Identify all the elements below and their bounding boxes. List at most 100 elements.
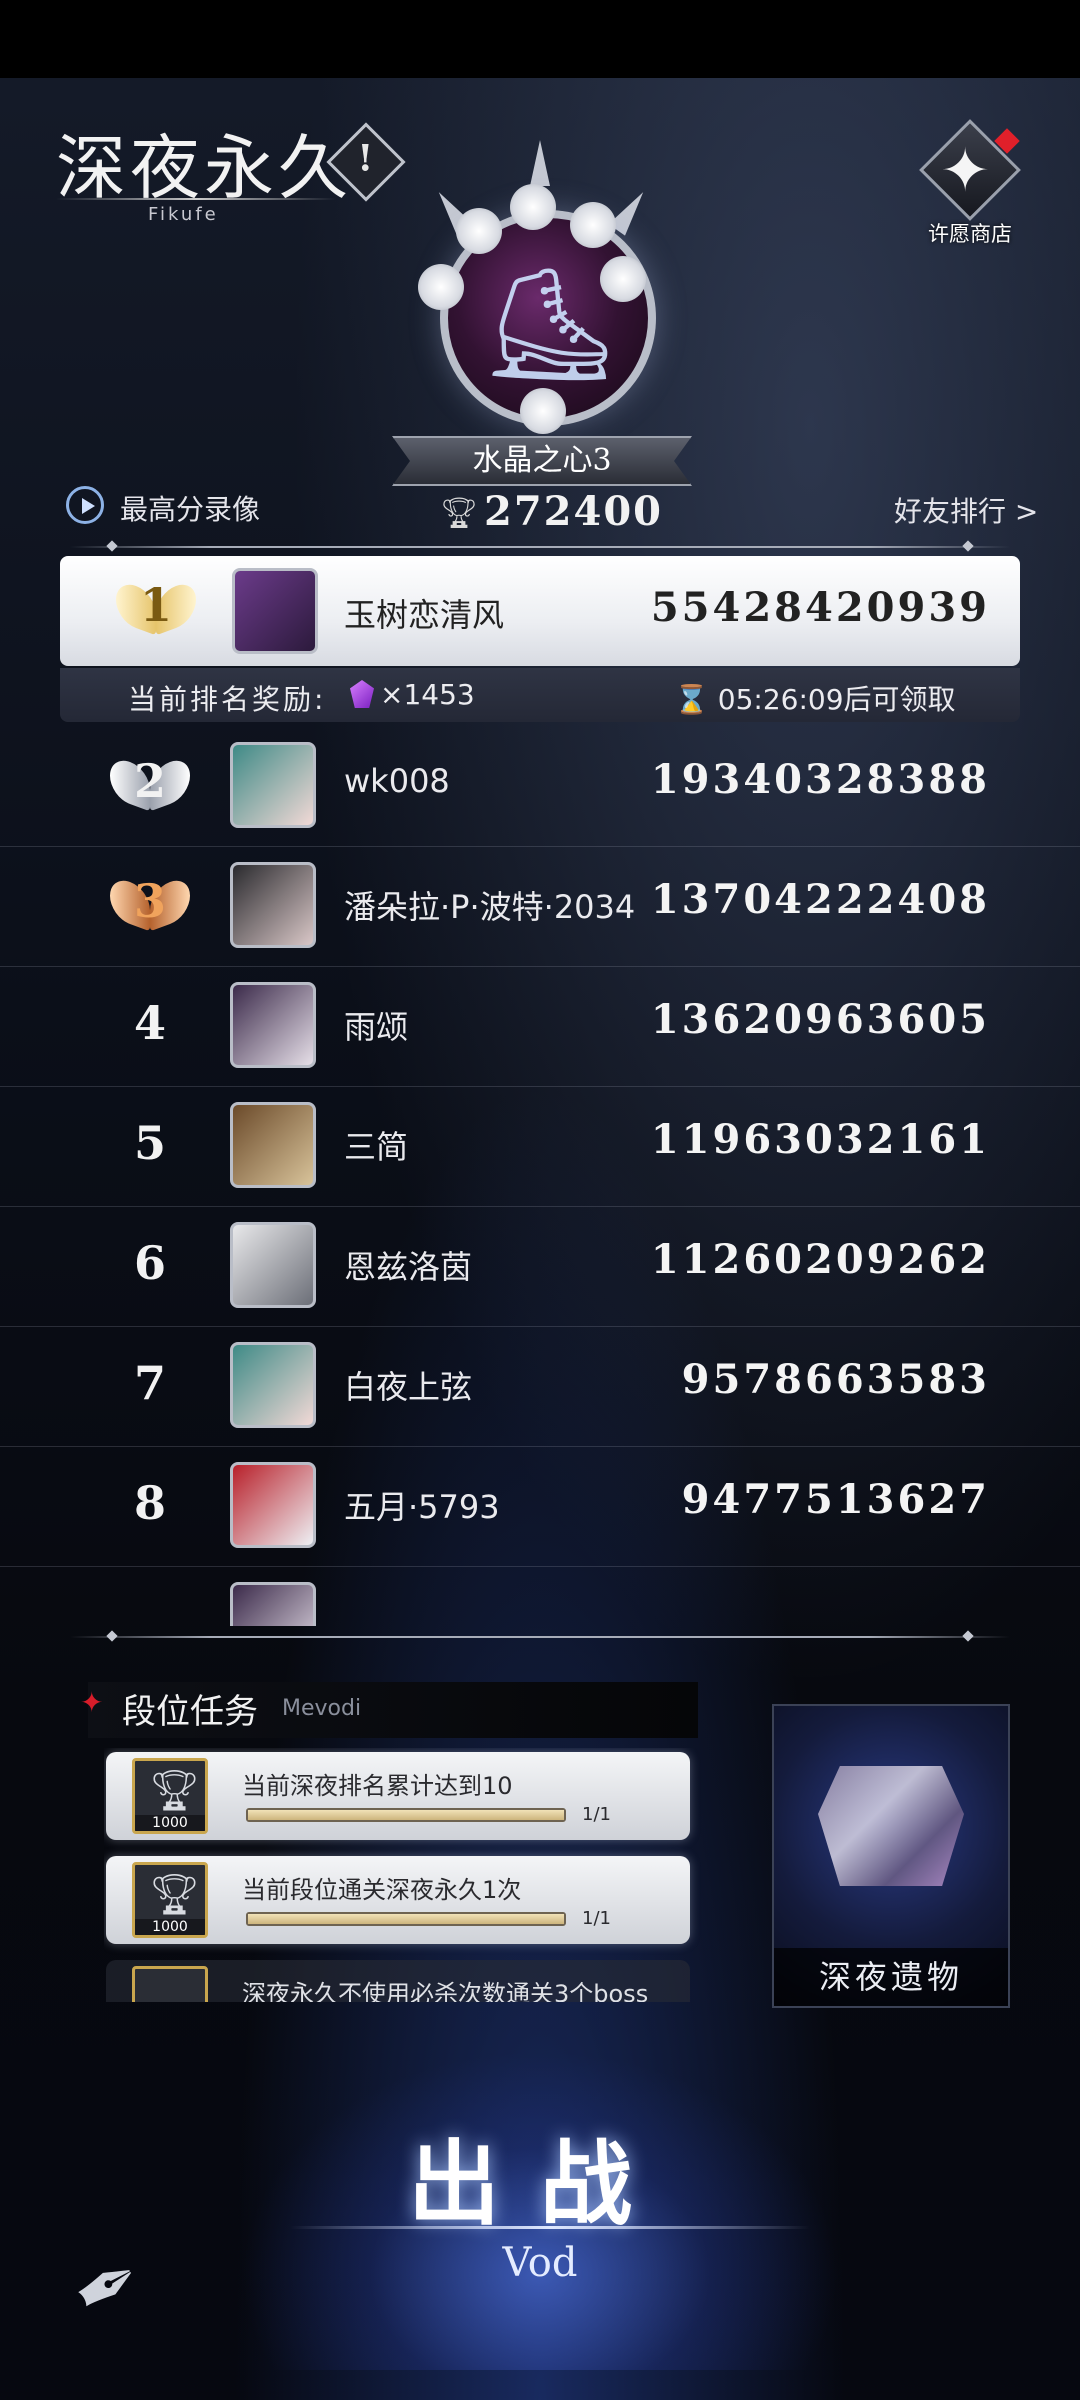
player-name: wk008 (344, 762, 450, 800)
task-item[interactable]: 🏆︎ 1000 当前深夜排名累计达到10 1/1 (106, 1752, 690, 1840)
battle-subtitle: Vod (502, 2240, 578, 2286)
rank-number: 6 (133, 1236, 166, 1290)
silver-medal-icon: 2 (110, 750, 190, 820)
player-score: 55428420939 (650, 584, 990, 631)
shop-star-icon: ✦ (940, 136, 991, 206)
avatar[interactable] (230, 1222, 316, 1308)
rank-tier-banner: 水晶之心3 (392, 436, 692, 486)
tier-tasks-subtitle: Mevodi (282, 1696, 362, 1721)
status-bar (0, 0, 1080, 78)
task-item[interactable]: 深夜永久不使用必杀次数通关3个boss (106, 1960, 690, 2002)
wish-shop-button[interactable]: ✦ 许愿商店 (912, 119, 1028, 246)
logo-subtitle: Fikufe (148, 204, 219, 225)
logo-underline (56, 198, 336, 200)
avatar[interactable] (230, 1342, 316, 1428)
rank-number: 5 (133, 1116, 166, 1170)
task-reward-icon: 🏆︎ 1000 (132, 1758, 208, 1834)
tier-tasks-title: 段位任务 (122, 1692, 258, 1732)
rank-number: 4 (133, 996, 166, 1050)
rank-number: 8 (133, 1476, 166, 1530)
friends-ranking-link[interactable]: 好友排行 > (894, 490, 1038, 530)
player-name: 恩兹洛茵 (344, 1248, 473, 1286)
rose-icon (570, 202, 616, 248)
task-progress-text: 1/1 (582, 1908, 611, 1929)
task-reward-value: 1000 (135, 1919, 205, 1935)
ranking-row-6[interactable]: 6 恩兹洛茵 11260209262 (0, 1206, 1080, 1327)
player-name: 三简 (344, 1128, 409, 1166)
player-score: 13704222408 (650, 876, 990, 923)
ranking-row-1[interactable]: 1 玉树恋清风 55428420939 (60, 556, 1020, 666)
avatar[interactable] (230, 742, 316, 828)
player-score: 9477513627 (681, 1476, 990, 1523)
game-logo: 深夜永久 Fikufe (56, 112, 406, 225)
player-score: 9578663583 (681, 1356, 990, 1403)
player-name: 五月·5793 (344, 1488, 500, 1526)
reward-label: 当前排名奖励: (128, 683, 327, 716)
task-reward-value: 1000 (135, 1815, 205, 1831)
rank-number: 1 (139, 578, 172, 632)
player-score: 13620963605 (650, 996, 990, 1043)
divider (70, 1636, 1010, 1638)
rose-icon (510, 184, 556, 230)
rose-icon (600, 256, 646, 302)
relic-label: 深夜遗物 (774, 1948, 1008, 2006)
task-text: 当前段位通关深夜永久1次 (242, 1876, 522, 1904)
best-record-label: 最高分录像 (120, 493, 261, 526)
relic-chest-icon (818, 1766, 964, 1886)
task-list[interactable]: 🏆︎ 1000 当前深夜排名累计达到10 1/1 🏆︎ 1000 当前段位通关深… (104, 1748, 704, 2002)
rose-icon (418, 264, 464, 310)
player-name: 潘朵拉·P·波特·2034 (344, 888, 636, 926)
emblem-spike (530, 140, 550, 186)
player-name: 雨颂 (344, 1008, 409, 1046)
player-score: 11963032161 (650, 1116, 990, 1163)
rank-number: 2 (133, 754, 166, 808)
trophy-icon: 🏆︎ (149, 1768, 200, 1814)
ranking-row-3[interactable]: 3 潘朵拉·P·波特·2034 13704222408 (0, 846, 1080, 967)
ranking-row-7[interactable]: 7 白夜上弦 9578663583 (0, 1326, 1080, 1447)
ranking-row-8[interactable]: 8 五月·5793 9477513627 (0, 1446, 1080, 1567)
task-text: 深夜永久不使用必杀次数通关3个boss (242, 1980, 649, 2002)
player-score: 19340328388 (650, 756, 990, 803)
task-progress-bar (246, 1808, 566, 1822)
midnight-relic-button[interactable]: 深夜遗物 (772, 1704, 1010, 2008)
task-progress-bar (246, 1912, 566, 1926)
rose-icon (456, 208, 502, 254)
task-reward-icon (132, 1966, 208, 2002)
avatar[interactable] (230, 982, 316, 1068)
play-icon (66, 486, 104, 524)
tier-tasks-header: ✦ 段位任务 Mevodi (80, 1682, 698, 1738)
reward-count: ×1453 (380, 678, 475, 711)
ranking-row-5[interactable]: 5 三简 11963032161 (0, 1086, 1080, 1207)
divider (70, 546, 1010, 548)
avatar[interactable] (230, 862, 316, 948)
reward-timer-text: 05:26:09后可领取 (717, 683, 956, 716)
purple-gem-icon (350, 680, 374, 708)
player-name: 玉树恋清风 (344, 596, 505, 634)
bronze-medal-icon: 3 (110, 870, 190, 940)
ranking-row-partial[interactable] (0, 1566, 1080, 1626)
task-item[interactable]: 🏆︎ 1000 当前段位通关深夜永久1次 1/1 (106, 1856, 690, 1944)
task-reward-icon: 🏆︎ 1000 (132, 1862, 208, 1938)
best-score: 🏆︎ 272400 (440, 488, 661, 538)
task-progress-fill (248, 1914, 564, 1924)
glass-slipper-icon: ⛸ (480, 260, 620, 388)
battle-button[interactable]: 出战 (380, 2110, 700, 2238)
trophy-icon: 🏆︎ (149, 1872, 200, 1918)
avatar[interactable] (230, 1582, 316, 1626)
avatar[interactable] (230, 1102, 316, 1188)
battle-divider (290, 2226, 810, 2229)
reward-timer: ⌛ 05:26:09后可领取 (674, 683, 956, 716)
rank-number: 7 (133, 1356, 166, 1410)
gold-medal-icon: 1 (116, 574, 196, 644)
avatar[interactable] (230, 1462, 316, 1548)
shop-label: 许愿商店 (928, 222, 1012, 246)
rank-emblem[interactable]: ⛸ 水晶之心3 (370, 140, 710, 486)
rank-reward-bar: 当前排名奖励: ×1453 ⌛ 05:26:09后可领取 (60, 668, 1020, 722)
ranking-row-2[interactable]: 2 wk008 19340328388 (0, 726, 1080, 847)
player-name: 白夜上弦 (344, 1368, 473, 1406)
task-progress-fill (248, 1810, 564, 1820)
best-score-value: 272400 (484, 488, 663, 535)
ranking-row-4[interactable]: 4 雨颂 13620963605 (0, 966, 1080, 1087)
rank-number: 3 (133, 874, 166, 928)
avatar[interactable] (232, 568, 318, 654)
